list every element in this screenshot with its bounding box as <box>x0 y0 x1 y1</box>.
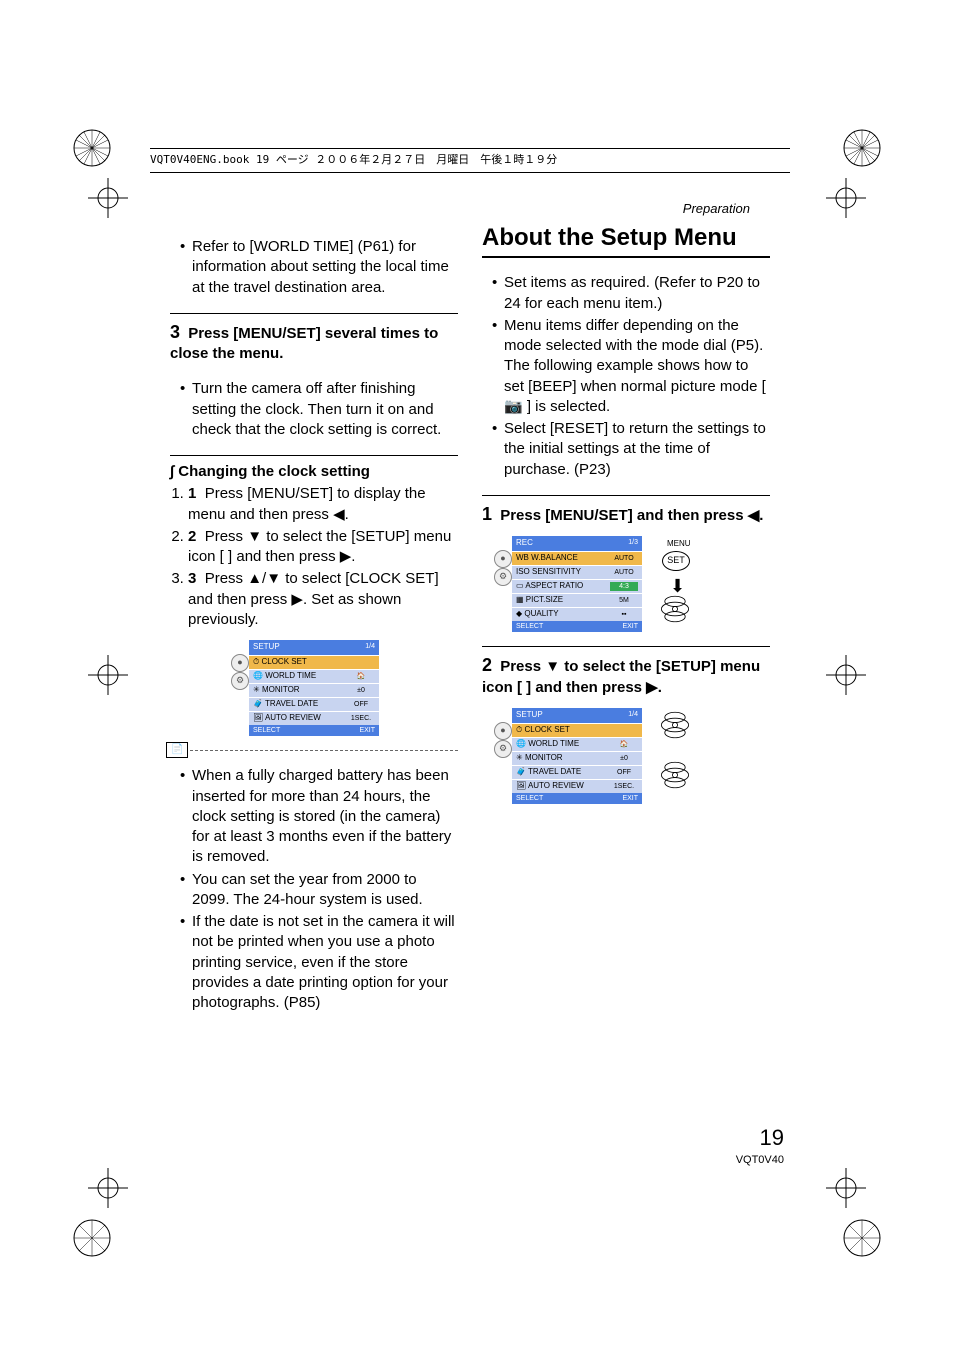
body-text: Select [RESET] to return the settings to… <box>504 419 770 480</box>
numbered-list: 1 Press [MENU/SET] to display the menu a… <box>170 484 458 630</box>
note-icon: 📄 <box>166 742 188 758</box>
lcd-setup-menu: ●⚙ SETUP1/4 ⏱ CLOCK SET 🌐 WORLD TIME🏠 ✳ … <box>512 708 642 804</box>
lcd-mode-tabs: ●⚙ <box>494 722 512 758</box>
dpad-icon: ▶ <box>658 760 692 783</box>
right-column: About the Setup Menu Set items as requir… <box>482 222 770 1028</box>
lcd-setup-menu: ●⚙ SETUP1/4 ⏱ CLOCK SET 🌐 WORLD TIME🏠 ✳ … <box>249 640 379 736</box>
body-text: Turn the camera off after finishing sett… <box>192 379 458 440</box>
list-item: Press ▲/▼ to select [CLOCK SET] and then… <box>188 570 439 628</box>
dpad-icon: ◀ <box>658 594 692 617</box>
step-1: 1 Press [MENU/SET] and then press ◀. <box>482 502 770 526</box>
step-number: 3 <box>170 322 180 342</box>
crosshair-icon <box>826 178 866 218</box>
body-text: Menu items differ depending on the mode … <box>504 316 770 417</box>
subheading: ∫ Changing the clock setting <box>170 462 458 482</box>
body-text: You can set the year from 2000 to 2099. … <box>192 870 458 911</box>
registration-mark-icon <box>72 128 112 168</box>
step-title: Press [MENU/SET] and then press ◀. <box>500 507 763 524</box>
page-number: 19 <box>736 1123 784 1153</box>
body-text: Set items as required. (Refer to P20 to … <box>504 273 770 314</box>
page-footer: 19 VQT0V40 <box>736 1123 784 1168</box>
crosshair-icon <box>88 655 128 695</box>
step-title: Press ▼ to select the [SETUP] menu icon … <box>482 658 760 695</box>
section-label: Preparation <box>683 200 750 218</box>
lcd-rec-menu: ●⚙ REC1/3 WB W.BALANCEAUTO ISO SENSITIVI… <box>512 536 642 632</box>
left-column: Refer to [WORLD TIME] (P61) for informat… <box>170 222 458 1028</box>
body-text: Refer to [WORLD TIME] (P61) for informat… <box>192 237 458 298</box>
registration-mark-icon <box>842 1218 882 1258</box>
step-number: 2 <box>482 655 492 675</box>
body-text: If the date is not set in the camera it … <box>192 912 458 1013</box>
set-button-icon: SET <box>662 551 690 571</box>
book-header: VQT0V40ENG.book 19 ページ ２００６年２月２７日 月曜日 午後… <box>150 148 790 173</box>
lcd-mode-tabs: ●⚙ <box>231 654 249 690</box>
step-title: Press [MENU/SET] several times to close … <box>170 325 438 362</box>
list-item: Press ▼ to select the [SETUP] menu icon … <box>188 528 451 565</box>
body-text: When a fully charged battery has been in… <box>192 766 458 867</box>
step-3: 3 Press [MENU/SET] several times to clos… <box>170 320 458 365</box>
list-item: Press [MENU/SET] to display the menu and… <box>188 485 426 522</box>
step-2: 2 Press ▼ to select the [SETUP] menu ico… <box>482 653 770 698</box>
registration-mark-icon <box>842 128 882 168</box>
crosshair-icon <box>88 178 128 218</box>
doc-code: VQT0V40 <box>736 1153 784 1168</box>
lcd-mode-tabs: ●⚙ <box>494 550 512 586</box>
page-title: About the Setup Menu <box>482 222 770 258</box>
registration-mark-icon <box>72 1218 112 1258</box>
crosshair-icon <box>826 655 866 695</box>
menu-label: MENU <box>667 539 691 550</box>
crosshair-icon <box>826 1168 866 1208</box>
note-divider: 📄 <box>170 750 458 751</box>
dpad-icon <box>658 710 692 744</box>
step-number: 1 <box>482 504 492 524</box>
crosshair-icon <box>88 1168 128 1208</box>
